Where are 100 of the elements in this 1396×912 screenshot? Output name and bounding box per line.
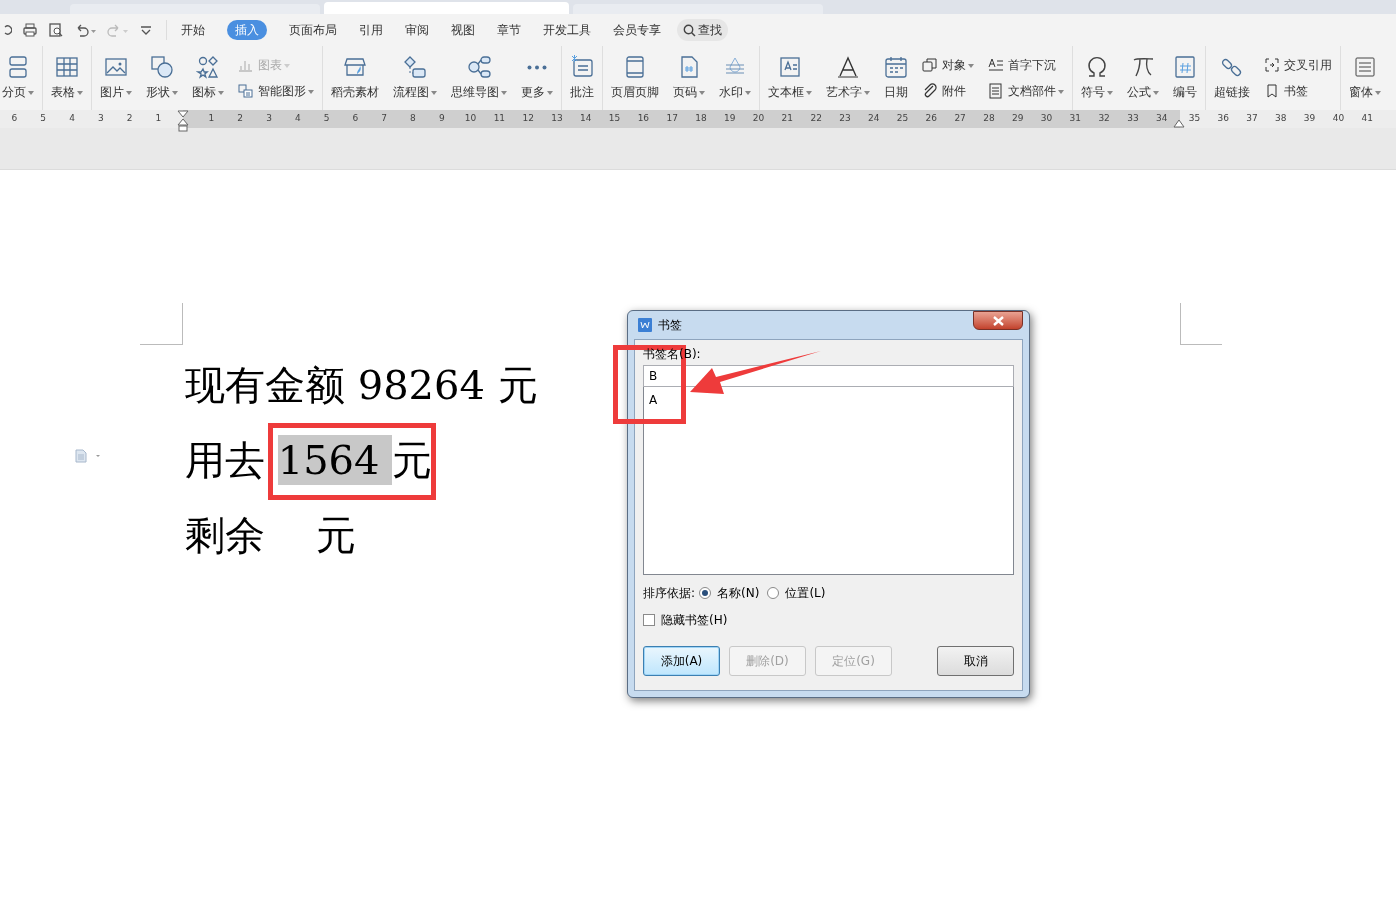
ruler-number: 29 [1011, 112, 1025, 126]
ruler-number: 33 [1126, 112, 1140, 126]
menu-tab[interactable]: 页面布局 [289, 20, 337, 40]
ribbon-button[interactable]: 首字下沉 [988, 56, 1064, 74]
close-button[interactable] [973, 311, 1023, 330]
app-logo-icon [638, 318, 652, 332]
radio-button[interactable] [699, 587, 712, 599]
ruler-number: 19 [723, 112, 737, 126]
print-icon[interactable] [22, 22, 38, 38]
menu-tab[interactable]: 视图 [451, 20, 475, 40]
ribbon-button[interactable]: 艺术字 [826, 49, 870, 107]
ribbon-button[interactable]: 更多 [521, 49, 553, 107]
ruler-number: 3 [265, 112, 273, 126]
ribbon-button[interactable]: 页码 [673, 49, 705, 107]
menu-tab[interactable]: 会员专享 [613, 20, 661, 40]
margin-corner-mark [140, 303, 183, 345]
ribbon-button[interactable]: 页眉页脚 [611, 49, 659, 107]
ruler-number: 24 [867, 112, 881, 126]
selected-text: 1564 [277, 435, 393, 485]
menu-tab[interactable]: 开发工具 [543, 20, 591, 40]
print-preview-icon[interactable] [48, 22, 64, 38]
bookmark-name-field[interactable]: B [643, 365, 1014, 387]
bookmark-list-item[interactable]: A [644, 391, 1013, 409]
ribbon-button[interactable]: 编号 [1173, 49, 1197, 107]
ribbon-button[interactable]: 形状 [146, 49, 178, 107]
ribbon-button[interactable]: 批注 [570, 49, 594, 107]
indent-marker[interactable] [177, 110, 189, 132]
document-text: 用去 [185, 436, 266, 485]
ribbon-button[interactable]: 对象 [922, 56, 974, 74]
search-button[interactable]: 查找 [677, 19, 728, 41]
header-footer-icon [623, 55, 647, 79]
ruler-number: 1 [207, 112, 216, 126]
ruler-number: 13 [550, 112, 564, 126]
ribbon-button[interactable]: 稻壳素材 [331, 49, 379, 107]
dialog-button[interactable]: 添加(A) [643, 646, 720, 676]
ruler-number: 12 [521, 112, 535, 126]
ruler-number: 4 [293, 112, 302, 126]
ruler-number: 15 [607, 112, 622, 126]
refresh-icon[interactable] [2, 22, 12, 38]
document-text: 剩余 元 [185, 511, 356, 560]
bookmark-list[interactable]: A [643, 387, 1014, 575]
ribbon-button[interactable]: 思维导图 [451, 49, 507, 107]
radio-option[interactable]: 名称(N) [699, 584, 760, 602]
ruler-number: 25 [895, 112, 910, 126]
dialog-button[interactable]: 取消 [937, 646, 1014, 676]
more-icon [527, 64, 547, 70]
caret-icon [501, 90, 507, 95]
cross-reference-icon [1264, 57, 1280, 73]
ruler-number: 6 [351, 112, 360, 126]
checkbox-option[interactable]: 隐藏书签(H) [643, 612, 1014, 628]
ribbon-button[interactable]: 智能图形 [238, 82, 314, 100]
close-icon [992, 315, 1004, 326]
ribbon-button[interactable]: 文本框 [768, 49, 812, 107]
ruler-number: 18 [694, 112, 708, 126]
radio-option[interactable]: 位置(L) [767, 584, 826, 602]
ribbon-button[interactable]: 公式 [1127, 49, 1159, 107]
ruler-number: 35 [1187, 112, 1202, 126]
menu-tab[interactable]: 引用 [359, 20, 383, 40]
ruler-number: 31 [1068, 112, 1083, 126]
ruler-number: 5 [39, 112, 48, 126]
ruler-number: 34 [1154, 112, 1169, 126]
ribbon-button[interactable]: 水印 [719, 49, 751, 107]
ruler-number: 32 [1097, 112, 1111, 126]
text-box-icon [778, 55, 802, 79]
caret-icon [77, 90, 83, 95]
ribbon-button[interactable]: 流程图 [393, 49, 437, 107]
ribbon-button[interactable]: 日期 [884, 49, 908, 107]
ribbon-button[interactable]: 超链接 [1214, 49, 1250, 107]
radio-button[interactable] [767, 587, 780, 599]
ribbon-button[interactable]: 图片 [100, 49, 132, 107]
menu-tab[interactable]: 开始 [181, 20, 205, 40]
ruler-number: 23 [838, 112, 852, 126]
ruler-number: 3 [96, 112, 105, 126]
ruler-number: 22 [809, 112, 823, 126]
caret-icon [864, 90, 870, 95]
ribbon-button[interactable]: 表格 [51, 49, 83, 107]
ribbon-button[interactable]: 符号 [1081, 49, 1113, 107]
ribbon-button[interactable]: 图标 [192, 49, 224, 107]
ruler-number: 8 [409, 112, 417, 126]
ribbon-button[interactable]: 书签 [1264, 82, 1332, 100]
ribbon-button[interactable]: 分页 [2, 49, 34, 107]
ruler-number: 4 [68, 112, 76, 126]
flowchart-icon [403, 55, 427, 79]
caret-icon [968, 63, 974, 68]
ruler-number: 11 [492, 112, 507, 126]
ruler-number: 10 [463, 112, 478, 126]
paperclip-icon [922, 83, 938, 99]
ribbon-button[interactable]: 窗体 [1349, 49, 1381, 107]
calendar-icon [884, 55, 908, 79]
menu-tab[interactable]: 审阅 [405, 20, 429, 40]
ribbon-button[interactable]: 附件 [922, 82, 974, 100]
picture-icon [104, 55, 128, 79]
checkbox[interactable] [643, 614, 655, 626]
ruler-number: 41 [1360, 112, 1374, 126]
ruler-number: 21 [780, 112, 795, 126]
ribbon-button[interactable]: 交叉引用 [1264, 56, 1332, 74]
menu-tab[interactable]: 章节 [497, 20, 521, 40]
ribbon-button[interactable]: 文档部件 [988, 82, 1064, 100]
ruler-number: 14 [579, 112, 593, 126]
ruler-number: 30 [1039, 112, 1054, 126]
